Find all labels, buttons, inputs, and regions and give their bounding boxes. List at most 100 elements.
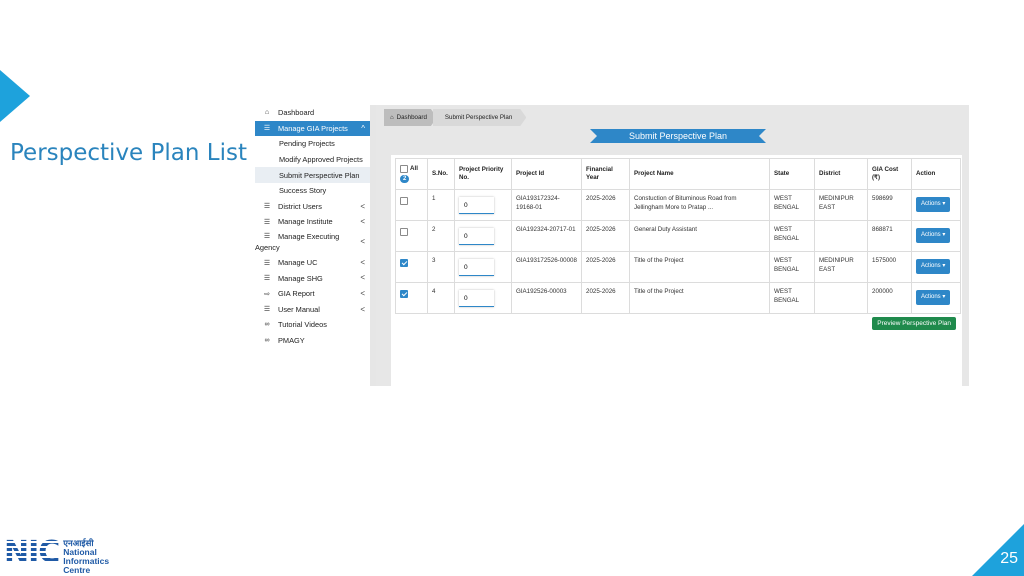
table-row: 4 GIA192526-00003 2025-2026 Title of the… bbox=[395, 282, 961, 314]
sidebar-item-manage-gia-projects[interactable]: ☰ Manage GIA Projects ^ bbox=[255, 120, 370, 137]
cell-state: WEST BENGAL bbox=[769, 220, 815, 252]
sign-in-icon: ⇨ bbox=[264, 290, 270, 298]
table-row: 2 GIA192324-20717-01 2025-2026 General D… bbox=[395, 220, 961, 252]
slide-left-triangle bbox=[0, 70, 30, 122]
preview-perspective-plan-button[interactable]: Preview Perspective Plan bbox=[872, 317, 956, 330]
sidebar-item-user-manual[interactable]: ☰ User Manual < bbox=[255, 302, 370, 318]
cell-gia-cost: 1575000 bbox=[867, 251, 912, 283]
cell-project-name: Title of the Project bbox=[629, 282, 770, 314]
sidebar-item-manage-institute[interactable]: ☰ Manage Institute < bbox=[255, 214, 370, 230]
link-icon: ∞ bbox=[264, 337, 270, 345]
sidebar-item-manage-shg[interactable]: ☰ Manage SHG < bbox=[255, 270, 370, 286]
chevron-up-icon: ^ bbox=[361, 123, 365, 133]
nic-logo-text: एनआईसी National Informatics Centre bbox=[63, 538, 110, 575]
sidebar-item-dashboard[interactable]: ⌂ Dashboard bbox=[255, 105, 370, 121]
select-all-checkbox[interactable] bbox=[400, 165, 408, 173]
cell-financial-year: 2025-2026 bbox=[581, 282, 630, 314]
perspective-plan-table: All 2 S.No. Project Priority No. Project… bbox=[395, 158, 961, 314]
header-state: State bbox=[769, 158, 815, 190]
header-project-id: Project Id bbox=[511, 158, 582, 190]
priority-input[interactable] bbox=[459, 259, 494, 276]
cell-state: WEST BENGAL bbox=[769, 189, 815, 221]
list-icon: ☰ bbox=[263, 125, 271, 133]
cell-project-name: Constuction of Bituminous Road from Jell… bbox=[629, 189, 770, 221]
cell-project-name: Title of the Project bbox=[629, 251, 770, 283]
chevron-left-icon: < bbox=[360, 288, 365, 298]
header-gia-cost: GIA Cost (₹) bbox=[867, 158, 912, 190]
row-checkbox[interactable] bbox=[400, 290, 408, 298]
cell-financial-year: 2025-2026 bbox=[581, 251, 630, 283]
sidebar-item-modify-approved-projects[interactable]: Modify Approved Projects bbox=[255, 152, 370, 168]
actions-dropdown-button[interactable]: Actions ▾ bbox=[916, 259, 951, 274]
sidebar: ⌂ Dashboard ☰ Manage GIA Projects ^ Pend… bbox=[255, 105, 376, 386]
cell-project-id: GIA192324-20717-01 bbox=[511, 220, 582, 252]
sidebar-item-pending-projects[interactable]: Pending Projects bbox=[255, 136, 370, 152]
sidebar-item-manage-uc[interactable]: ☰ Manage UC < bbox=[255, 255, 370, 271]
table-row: 1 GIA193172324-19168-01 2025-2026 Constu… bbox=[395, 189, 961, 221]
page-title: Submit Perspective Plan bbox=[590, 129, 766, 143]
header-project-name: Project Name bbox=[629, 158, 770, 190]
cell-project-id: GIA192526-00003 bbox=[511, 282, 582, 314]
table-header-row: All 2 S.No. Project Priority No. Project… bbox=[395, 158, 961, 190]
sidebar-item-gia-report[interactable]: ⇨ GIA Report < bbox=[255, 286, 370, 302]
sidebar-item-manage-executing-agency[interactable]: ☰ Manage Executing Agency < bbox=[255, 230, 370, 255]
chevron-left-icon: < bbox=[360, 304, 365, 314]
link-icon: ∞ bbox=[264, 321, 270, 329]
actions-dropdown-button[interactable]: Actions ▾ bbox=[916, 197, 951, 212]
header-sno: S.No. bbox=[427, 158, 455, 190]
breadcrumb-dashboard[interactable]: ⌂ Dashboard bbox=[384, 109, 437, 126]
breadcrumb: ⌂ Dashboard Submit Perspective Plan bbox=[384, 109, 526, 126]
cell-gia-cost: 598699 bbox=[867, 189, 912, 221]
priority-input[interactable] bbox=[459, 228, 494, 245]
page-number: 25 bbox=[1000, 550, 1018, 567]
header-action: Action bbox=[911, 158, 961, 190]
header-select-all: All 2 bbox=[395, 158, 428, 190]
sidebar-item-district-users[interactable]: ☰ District Users < bbox=[255, 199, 370, 215]
sidebar-item-tutorial-videos[interactable]: ∞ Tutorial Videos bbox=[255, 317, 370, 333]
cell-project-name: General Duty Assistant bbox=[629, 220, 770, 252]
cell-sno: 3 bbox=[427, 251, 455, 283]
page-banner: Submit Perspective Plan bbox=[590, 129, 766, 143]
chevron-left-icon: < bbox=[360, 201, 365, 211]
actions-dropdown-button[interactable]: Actions ▾ bbox=[916, 228, 951, 243]
chevron-left-icon: < bbox=[360, 217, 365, 227]
cell-district: MEDINIPUR EAST bbox=[814, 189, 868, 221]
perspective-plan-panel: All 2 S.No. Project Priority No. Project… bbox=[391, 155, 962, 386]
chevron-left-icon: < bbox=[360, 273, 365, 283]
header-priority: Project Priority No. bbox=[454, 158, 512, 190]
cell-financial-year: 2025-2026 bbox=[581, 189, 630, 221]
list-icon: ☰ bbox=[263, 203, 271, 211]
cell-project-id: GIA193172324-19168-01 bbox=[511, 189, 582, 221]
row-checkbox[interactable] bbox=[400, 259, 408, 267]
header-district: District bbox=[814, 158, 868, 190]
priority-input[interactable] bbox=[459, 197, 494, 214]
sidebar-item-pmagy[interactable]: ∞ PMAGY bbox=[255, 333, 370, 349]
header-financial-year: Financial Year bbox=[581, 158, 630, 190]
cell-project-id: GIA193172526-00008 bbox=[511, 251, 582, 283]
home-icon: ⌂ bbox=[264, 109, 270, 117]
home-icon: ⌂ bbox=[390, 114, 394, 121]
sidebar-item-success-story[interactable]: Success Story bbox=[255, 183, 370, 199]
cell-district: MEDINIPUR EAST bbox=[814, 251, 868, 283]
table-row: 3 GIA193172526-00008 2025-2026 Title of … bbox=[395, 251, 961, 283]
nic-logo: NIC एनआईसी National Informatics Centre bbox=[4, 538, 109, 575]
cell-sno: 1 bbox=[427, 189, 455, 221]
priority-input[interactable] bbox=[459, 290, 494, 307]
breadcrumb-current: Submit Perspective Plan bbox=[433, 109, 526, 126]
selected-count-badge: 2 bbox=[400, 175, 410, 183]
nic-logo-mark: NIC bbox=[4, 535, 60, 570]
cell-gia-cost: 868871 bbox=[867, 220, 912, 252]
row-checkbox[interactable] bbox=[400, 228, 408, 236]
cell-financial-year: 2025-2026 bbox=[581, 220, 630, 252]
cell-district bbox=[814, 282, 868, 314]
actions-dropdown-button[interactable]: Actions ▾ bbox=[916, 290, 951, 305]
row-checkbox[interactable] bbox=[400, 197, 408, 205]
list-icon: ☰ bbox=[263, 275, 271, 283]
sidebar-item-submit-perspective-plan[interactable]: Submit Perspective Plan bbox=[255, 167, 370, 183]
main-content: ⌂ Dashboard Submit Perspective Plan Subm… bbox=[376, 105, 969, 386]
list-icon: ☰ bbox=[263, 306, 271, 314]
list-icon: ☰ bbox=[263, 259, 271, 267]
cell-gia-cost: 200000 bbox=[867, 282, 912, 314]
chevron-left-icon: < bbox=[360, 257, 365, 267]
slide-title: Perspective Plan List bbox=[10, 140, 247, 166]
